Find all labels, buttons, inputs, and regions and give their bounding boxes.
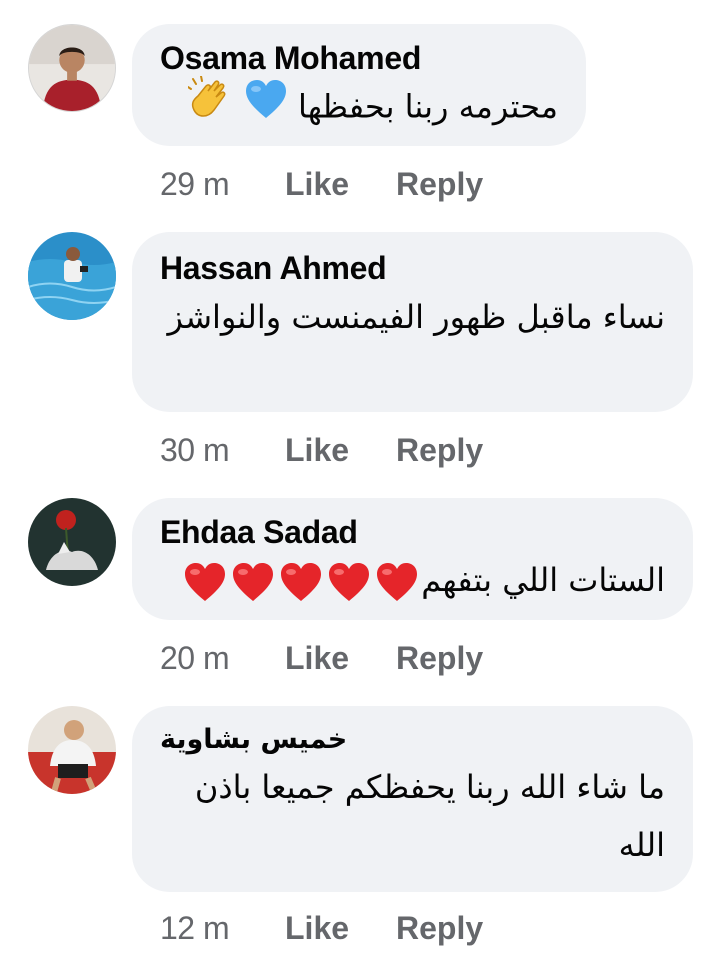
- avatar[interactable]: [28, 706, 116, 794]
- comment-actions: 30 m Like Reply: [160, 432, 483, 468]
- avatar-photo-icon: [29, 25, 115, 111]
- red-heart-icon: [183, 561, 227, 603]
- comment-text: محترمه ربنا بحفظها: [160, 75, 558, 141]
- comment-timestamp[interactable]: 29 m: [160, 166, 285, 202]
- red-heart-icon: [375, 561, 419, 603]
- comment-body: نساء ماقبل ظهور الفيمنست والنواشز: [167, 298, 665, 336]
- comment-author[interactable]: Hassan Ahmed: [160, 250, 665, 286]
- reply-button[interactable]: Reply: [396, 640, 483, 676]
- like-button[interactable]: Like: [285, 166, 396, 202]
- red-heart-icon: [327, 561, 371, 603]
- avatar-photo-icon: [28, 706, 116, 794]
- comment-actions: 20 m Like Reply: [160, 640, 483, 676]
- red-heart-icon: [279, 561, 323, 603]
- comment-text: الستات اللي بتفهم: [160, 550, 665, 610]
- clapping-hands-icon: [186, 75, 234, 141]
- comment-timestamp[interactable]: 20 m: [160, 640, 285, 676]
- comment-bubble: خميس بشاوية ما شاء الله ربنا يحفظكم جميع…: [132, 706, 693, 892]
- comment-actions: 12 m Like Reply: [160, 910, 483, 946]
- reply-button[interactable]: Reply: [396, 432, 483, 468]
- red-heart-icon: [231, 561, 275, 603]
- avatar-photo-icon: [28, 498, 116, 586]
- comment-bubble: Hassan Ahmed نساء ماقبل ظهور الفيمنست وا…: [132, 232, 693, 412]
- reply-button[interactable]: Reply: [396, 910, 483, 946]
- comment-bubble: Ehdaa Sadad الستات اللي بتفهم: [132, 498, 693, 620]
- avatar[interactable]: [28, 498, 116, 586]
- comment-timestamp[interactable]: 30 m: [160, 432, 285, 468]
- comment-author[interactable]: Osama Mohamed: [160, 40, 558, 76]
- comment-bubble: Osama Mohamed محترمه ربنا بحفظها: [132, 24, 586, 146]
- comment-actions: 29 m Like Reply: [160, 166, 483, 202]
- comment-author-row: خميس بشاوية: [160, 722, 665, 758]
- blue-heart-icon: [244, 78, 288, 139]
- avatar[interactable]: [28, 232, 116, 320]
- avatar-photo-icon: [28, 232, 116, 320]
- comment-author[interactable]: خميس بشاوية: [160, 722, 348, 758]
- comment-timestamp[interactable]: 12 m: [160, 910, 285, 946]
- comment-body: محترمه ربنا بحفظها: [297, 87, 558, 126]
- reply-button[interactable]: Reply: [396, 166, 483, 202]
- comment-body: ما شاء الله ربنا يحفظكم جميعا باذن الله: [194, 768, 665, 864]
- avatar[interactable]: [28, 24, 116, 112]
- like-button[interactable]: Like: [285, 910, 396, 946]
- comment-author[interactable]: Ehdaa Sadad: [160, 514, 665, 550]
- like-button[interactable]: Like: [285, 640, 396, 676]
- like-button[interactable]: Like: [285, 432, 396, 468]
- comment-body: الستات اللي بتفهم: [421, 561, 665, 599]
